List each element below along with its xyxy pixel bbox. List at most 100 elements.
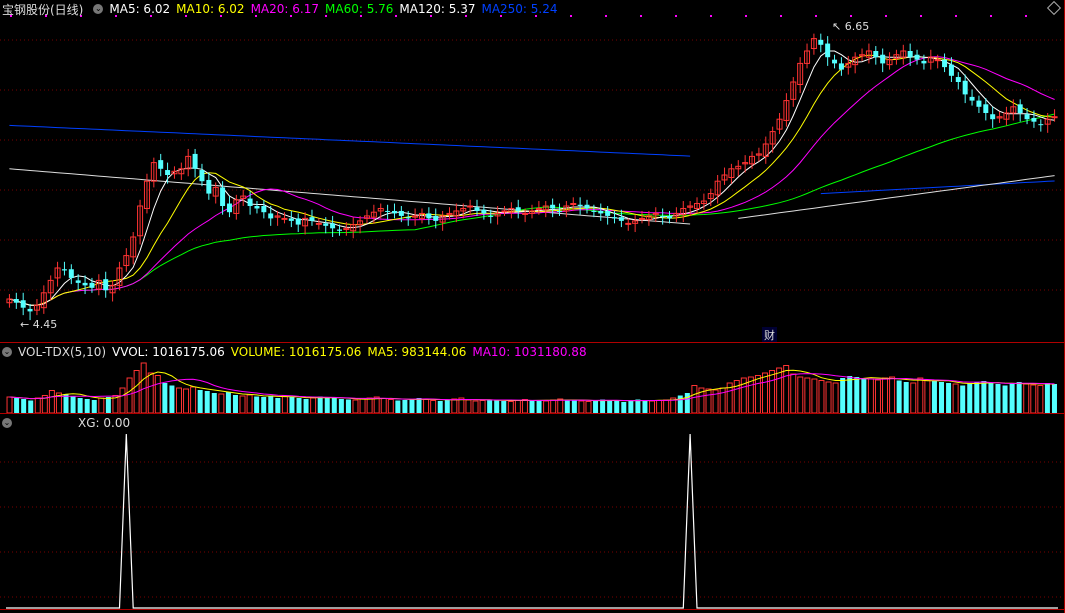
- candle-body-down: [61, 269, 67, 271]
- candle-body-down: [288, 218, 294, 221]
- volume-bar-up: [882, 377, 889, 414]
- candle-body-down: [612, 217, 618, 219]
- price-chart[interactable]: [0, 0, 1065, 343]
- volume-bar-down: [261, 397, 267, 413]
- volume-bar-down: [296, 398, 302, 413]
- candle-body-down: [103, 279, 109, 291]
- volume-bar-down: [409, 399, 415, 413]
- signal-dot: [605, 15, 607, 17]
- volume-bar-up: [578, 400, 585, 414]
- volume-bar-down: [63, 394, 69, 413]
- signal-dot: [780, 15, 782, 17]
- volume-bar-up: [910, 382, 917, 414]
- candle-body-down: [591, 210, 597, 212]
- signal-dot: [710, 15, 712, 17]
- volume-bar-up: [776, 367, 783, 414]
- candle-body-down: [907, 51, 913, 58]
- volume-bar-down: [614, 401, 620, 413]
- candle-body-down: [955, 77, 961, 82]
- volume-bar-down: [70, 396, 76, 413]
- volume-bar-down: [77, 398, 83, 413]
- candle-body-down: [921, 60, 927, 64]
- signal-dot: [920, 15, 922, 17]
- candle-body-down: [82, 282, 88, 286]
- candle-body-down: [948, 64, 954, 76]
- volume-bar-down: [1016, 382, 1022, 413]
- xg-menu-icon[interactable]: ⌄: [2, 418, 12, 428]
- candle-body-down: [515, 207, 521, 211]
- low-price-label: ← 4.45: [20, 318, 58, 331]
- volume-bar-up: [550, 399, 557, 414]
- xg-panel[interactable]: ⌄ XG: 0.00: [0, 414, 1065, 613]
- volume-menu-icon[interactable]: ⌄: [2, 347, 12, 357]
- candle-body-down: [1031, 117, 1037, 122]
- volume-bar-down: [861, 378, 867, 413]
- volume-bar-down: [275, 398, 281, 413]
- volume-bar-down: [1044, 383, 1050, 413]
- price-panel[interactable]: 宝钢股份(日线) ⌄ MA5: 6.02 MA10: 6.02 MA20: 6.…: [0, 0, 1065, 343]
- volume-bar-down: [28, 400, 34, 413]
- candle-body-down: [660, 215, 666, 217]
- volume-bar-down: [232, 395, 238, 413]
- candle-body-down: [557, 210, 563, 212]
- volume-bar-up: [472, 400, 479, 414]
- ma5-line: [9, 50, 1055, 306]
- volume-bar-down: [621, 402, 627, 413]
- candle-body-up: [522, 212, 529, 215]
- volume-bar-up: [649, 400, 656, 414]
- volume-bar-up: [557, 398, 564, 414]
- finance-event-marker[interactable]: 财: [762, 327, 777, 343]
- volume-bar-down: [593, 400, 599, 413]
- volume-bar-down: [974, 382, 980, 413]
- volume-bar-down: [21, 399, 27, 413]
- volume-bar-down: [1051, 384, 1057, 413]
- volume-bar-down: [317, 396, 323, 413]
- xg-chart[interactable]: [0, 414, 1065, 613]
- ma10-label: MA10: 6.02: [176, 2, 245, 16]
- volume-bar-down: [995, 384, 1001, 413]
- candle-body-down: [618, 217, 624, 221]
- candle-body-down: [405, 217, 411, 219]
- candle-body-down: [247, 198, 253, 206]
- volume-bar-up: [585, 401, 592, 414]
- volume-bar-up: [154, 375, 161, 414]
- volume-bar-up: [6, 396, 13, 414]
- volume-bar-up: [479, 400, 486, 414]
- volume-bar-down: [345, 399, 351, 413]
- volume-bar-down: [162, 383, 168, 413]
- volume-bar-down: [84, 399, 90, 413]
- candle-body-down: [976, 100, 982, 107]
- volume-panel[interactable]: ⌄ VOL-TDX(5,10) VVOL: 1016175.06 VOLUME:…: [0, 343, 1065, 414]
- signal-dot: [640, 15, 642, 17]
- candle-body-down: [89, 282, 95, 288]
- candle-body-down: [942, 59, 948, 68]
- volume-bar-up: [889, 376, 896, 414]
- candle-body-down: [295, 218, 301, 225]
- candle-body-down: [838, 63, 844, 70]
- candle-body-up: [570, 203, 577, 206]
- volume-bar-up: [705, 388, 712, 414]
- candle-body-up: [281, 217, 288, 220]
- menu-toggle-icon[interactable]: ⌄: [93, 4, 104, 14]
- candle-body-down: [20, 300, 26, 308]
- volume-bar-down: [946, 383, 952, 413]
- candle-body-up: [467, 205, 474, 208]
- candle-body-up: [639, 217, 646, 220]
- candle-body-down: [818, 39, 824, 45]
- volume-bar-down: [444, 400, 450, 413]
- volume-bar-up: [924, 379, 931, 414]
- volume-bar-up: [310, 397, 317, 414]
- volume-bar-up: [754, 375, 761, 414]
- volume-bar-down: [903, 382, 909, 413]
- volume-label: VOLUME: 1016175.06: [230, 345, 362, 359]
- volume-bar-down: [1009, 383, 1015, 413]
- vol-title: VOL-TDX(5,10): [18, 345, 107, 359]
- volume-bar-down: [289, 397, 295, 413]
- candle-body-down: [75, 280, 81, 283]
- volume-bar-up: [1030, 384, 1037, 414]
- candle-body-down: [990, 114, 996, 120]
- volume-bar-down: [981, 381, 987, 413]
- volume-bar-down: [600, 399, 606, 413]
- volume-bar-up: [790, 373, 797, 414]
- candle-body-down: [605, 210, 611, 216]
